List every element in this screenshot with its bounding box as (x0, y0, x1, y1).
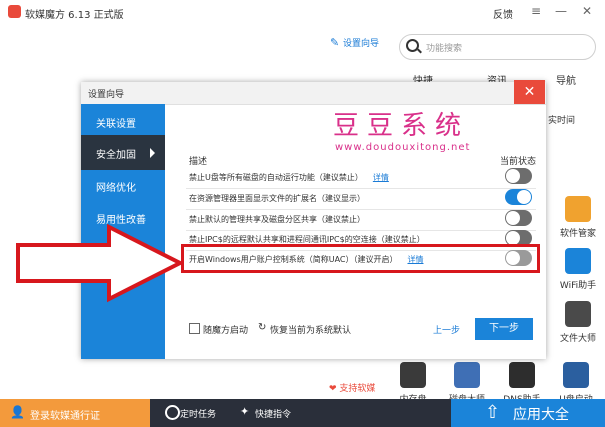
disk-master-icon (454, 362, 480, 388)
active-arrow-icon (150, 148, 155, 158)
search-icon (406, 39, 419, 52)
app-logo-icon (8, 5, 21, 18)
software-manager-icon (565, 196, 591, 222)
run-icon: ✦ (240, 405, 250, 418)
up-arrow-icon: ⇧ (485, 402, 501, 423)
minimize-icon[interactable]: — (552, 2, 570, 20)
row-text: 禁止U盘等所有磁盘的自动运行功能（建议禁止） (189, 173, 363, 182)
row-text: 禁止IPC$的远程默认共享和进程间通讯IPC$的空连接（建议禁止） (189, 235, 425, 244)
support-label: 支持软媒 (339, 384, 376, 394)
tool-wifi-helper[interactable]: WiFi助手 (558, 248, 598, 291)
tool-label: 文件大师 (559, 334, 596, 344)
support-link[interactable]: ❤ 支持软媒 (329, 381, 375, 394)
autostart-checkbox[interactable] (189, 323, 200, 334)
sidebar-item-label: 安全加固 (96, 150, 136, 161)
sidebar-item-label: 关联设置 (96, 119, 136, 130)
restore-icon[interactable]: ↻ (258, 322, 266, 333)
user-icon: 👤 (10, 405, 25, 419)
tool-file-master[interactable]: 文件大师 (558, 301, 598, 344)
toggle-switch[interactable] (505, 210, 532, 226)
row-text: 禁止默认的管理共享及磁盘分区共享（建议禁止） (189, 215, 365, 224)
window-close-icon[interactable]: ✕ (578, 2, 596, 20)
row-text: 在资源管理器里面显示文件的扩展名（建议显示） (189, 194, 365, 203)
toggle-knob (506, 211, 520, 225)
setup-wizard-link[interactable]: 设置向导 (343, 36, 379, 49)
menu-icon[interactable]: ≡ (527, 2, 545, 20)
watermark-url: www.doudouxitong.net (335, 142, 471, 153)
prev-button[interactable]: 上一步 (433, 323, 460, 336)
ram-disk-icon (400, 362, 426, 388)
toggle-switch[interactable] (505, 189, 532, 205)
dialog-title: 设置向导 (88, 90, 125, 100)
app-title: 软媒魔方 6.13 正式版 (25, 10, 124, 21)
wand-icon[interactable]: ✎ (330, 36, 339, 49)
toggle-knob (517, 190, 531, 204)
details-link[interactable]: 详情 (373, 173, 389, 182)
dialog-header (81, 82, 546, 105)
file-master-icon (565, 301, 591, 327)
dns-icon (509, 362, 535, 388)
usb-boot-icon (563, 362, 589, 388)
highlight-box (181, 244, 540, 273)
clock-label: 实时间 (548, 116, 576, 126)
app-store-label: 应用大全 (513, 407, 569, 423)
sidebar-item-association[interactable]: 关联设置 (81, 104, 165, 139)
wifi-icon (565, 248, 591, 274)
quick-commands-button[interactable]: 快捷指令 (255, 407, 291, 420)
red-arrow-icon (16, 223, 184, 303)
login-label: 登录软媒通行证 (30, 411, 100, 422)
table-row: 禁止U盘等所有磁盘的自动运行功能（建议禁止） 详情 (186, 166, 536, 189)
dialog-close-button[interactable]: ✕ (514, 80, 545, 104)
next-button[interactable]: 下一步 (475, 318, 533, 340)
tool-label: WiFi助手 (559, 281, 597, 291)
tab-nav[interactable]: 导航 (556, 72, 576, 87)
toggle-knob (506, 169, 520, 183)
search-placeholder: 功能搜索 (426, 44, 463, 54)
restore-default-link[interactable]: 恢复当前为系统默认 (270, 323, 351, 336)
timed-tasks-label: 定时任务 (180, 410, 217, 420)
toggle-knob (506, 231, 520, 245)
toggle-switch[interactable] (505, 168, 532, 184)
sidebar-item-network[interactable]: 网络优化 (81, 168, 165, 203)
heart-icon: ❤ (329, 384, 337, 394)
tool-label: 软件管家 (559, 229, 596, 239)
clock-icon (165, 405, 180, 420)
feedback-link[interactable]: 反馈 (493, 6, 513, 21)
autostart-label: 随魔方启动 (203, 326, 249, 336)
sidebar-item-label: 网络优化 (96, 183, 136, 194)
watermark-title: 豆豆系统 (333, 111, 470, 141)
tool-software-manager[interactable]: 软件管家 (558, 196, 598, 239)
table-row: 在资源管理器里面显示文件的扩展名（建议显示） (186, 187, 536, 210)
